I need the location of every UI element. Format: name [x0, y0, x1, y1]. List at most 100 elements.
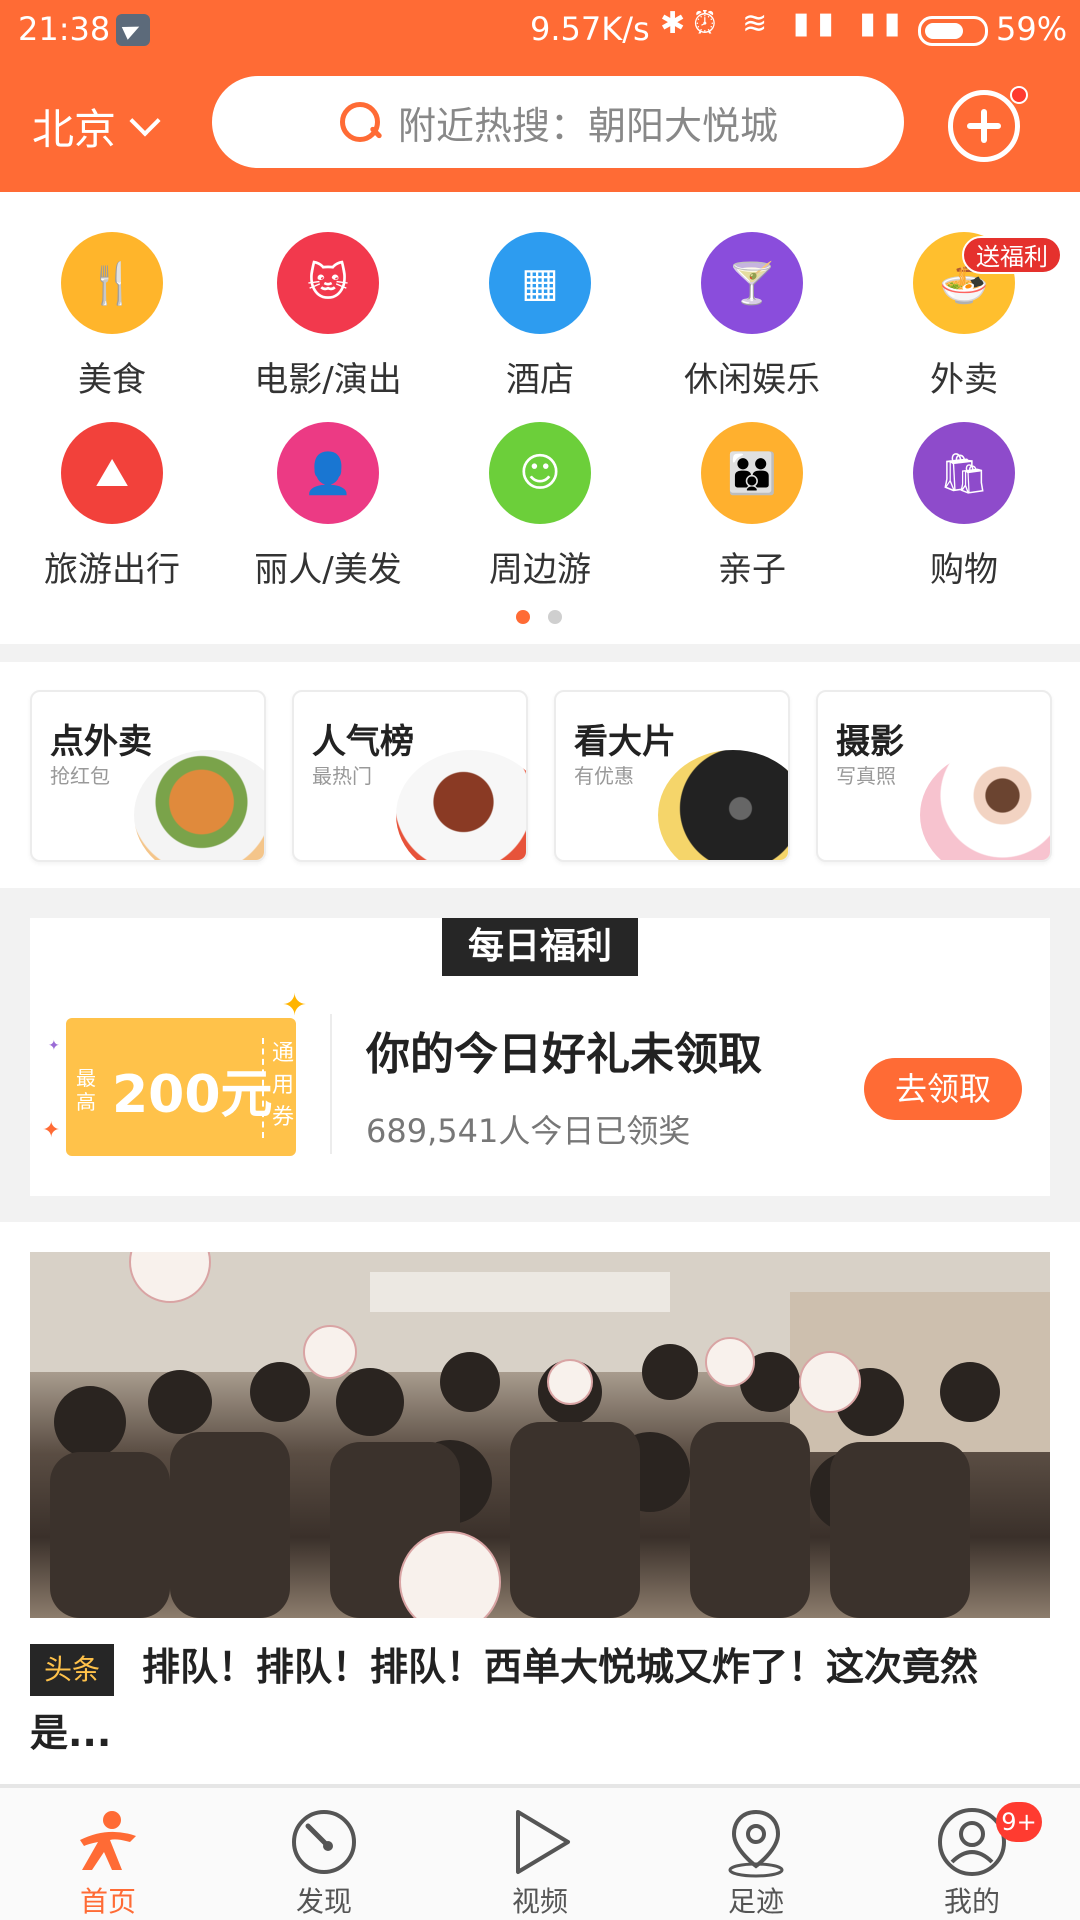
tab-label: 我的 [943, 1885, 1000, 1918]
mickey-icon: ☺ [489, 422, 591, 524]
divider [0, 644, 1080, 662]
status-bar: 21:38 9.57K/s ✱⏰︎ ≋ ▮▮ ▮▮ 59% [0, 0, 1080, 62]
beauty-icon: 👤 [277, 422, 379, 524]
app-header: 21:38 9.57K/s ✱⏰︎ ≋ ▮▮ ▮▮ 59% 北京 附近热搜：朝阳… [0, 0, 1080, 192]
network-speed: 9.57K/s [530, 10, 650, 48]
category-label: 亲子 [718, 550, 786, 590]
promo-card-subtitle: 最热门 [312, 764, 372, 788]
coupon-side-text: 通用券 [262, 1038, 294, 1138]
food-plate-image [134, 750, 264, 860]
category-label: 电影/演出 [254, 360, 402, 400]
category-label: 旅游出行 [44, 550, 180, 590]
sparkle-icon: ✦ [42, 1118, 61, 1143]
promo-card-title: 看大片 [574, 722, 676, 762]
promo-card-title: 人气榜 [312, 722, 414, 762]
welfare-subtitle: 689,541人今日已领奖 [366, 1112, 691, 1150]
steak-plate-image [396, 750, 526, 860]
sparkle-icon: ✦ [48, 1038, 60, 1054]
food-icon: 🍴 [61, 232, 163, 334]
tab-discover[interactable]: 发现 [216, 1788, 432, 1920]
welfare-title: 你的今日好礼未领取 [366, 1029, 762, 1080]
promo-card-photo[interactable]: 摄影 写真照 [816, 690, 1052, 862]
news-title: 排队！排队！排队！西单大悦城又炸了！这次竟然是... [30, 1645, 979, 1755]
shopping-bag-icon: 🛍 [913, 422, 1015, 524]
video-play-icon [516, 1810, 570, 1874]
crowd-photo-illustration [30, 1252, 1050, 1618]
promo-cards: 点外卖 抢红包 人气榜 最热门 看大片 有优惠 摄影 写真照 [0, 662, 1080, 888]
city-selector[interactable]: 北京 [32, 96, 161, 157]
category-grid: 🍴 美食 🐱 电影/演出 ▦ 酒店 🍸 休闲娱乐 🍜 外卖 ⛰ 旅游出行 👤 丽人/美发 ☺ 周边游 👪 亲子 🛍 购… [0, 192, 1080, 644]
battery-percent: 59% [996, 10, 1068, 48]
daily-welfare-card[interactable]: 每日福利 ✦ ✦ ✦ 最高 200元 通用券 你的今日好礼未领取 689,541… [30, 918, 1050, 1196]
parent-child-icon: 👪 [701, 422, 803, 524]
promo-card-takeout[interactable]: 点外卖 抢红包 [30, 690, 266, 862]
home-person-icon [80, 1811, 136, 1870]
tab-label: 视频 [511, 1885, 568, 1918]
travel-icon: ⛰ [61, 422, 163, 524]
headline-news[interactable]: 头条 排队！排队！排队！西单大悦城又炸了！这次竟然是... [0, 1222, 1080, 1784]
battery-icon [918, 16, 988, 46]
status-icons: ✱⏰︎ ≋ ▮▮ ▮▮ [660, 6, 909, 41]
tab-footprint[interactable]: 足迹 [648, 1788, 864, 1920]
tab-label: 发现 [295, 1885, 352, 1918]
notification-badge: 9+ [996, 1802, 1042, 1842]
discover-gauge-icon [292, 1810, 356, 1874]
category-item[interactable]: 👪 亲子 [646, 422, 858, 591]
promo-card-subtitle: 抢红包 [50, 764, 110, 788]
search-bar[interactable]: 附近热搜：朝阳大悦城 [212, 76, 904, 168]
daily-welfare-tag: 每日福利 [442, 918, 638, 976]
promo-card-title: 摄影 [836, 722, 904, 762]
add-plus-icon[interactable] [948, 90, 1020, 162]
category-label: 酒店 [506, 360, 574, 400]
page-dot [548, 610, 562, 624]
search-icon [338, 100, 382, 144]
movie-cat-icon: 🐱 [277, 232, 379, 334]
telegram-icon [116, 14, 150, 46]
bride-photo-image [920, 750, 1050, 860]
coupon-image: 最高 200元 通用券 [66, 1018, 296, 1156]
film-reel-image [658, 750, 788, 860]
bottom-tab-bar: 首页 发现 视频 足迹 9+ 我的 [0, 1786, 1080, 1920]
status-time: 21:38 [18, 10, 111, 48]
notification-dot [1010, 86, 1028, 104]
promo-card-popular[interactable]: 人气榜 最热门 [292, 690, 528, 862]
category-item[interactable]: ⛰ 旅游出行 [6, 422, 218, 591]
promo-card-subtitle: 有优惠 [574, 764, 634, 788]
category-label: 周边游 [489, 550, 591, 590]
claim-button[interactable]: 去领取 [864, 1058, 1022, 1120]
tab-label: 首页 [79, 1885, 136, 1918]
coupon-prefix: 最高 [76, 1066, 96, 1114]
cocktail-icon: 🍸 [701, 232, 803, 334]
category-item[interactable]: ☺ 周边游 [434, 422, 646, 591]
coupon-amount: 200元 [112, 1065, 273, 1125]
category-label: 休闲娱乐 [684, 360, 820, 400]
promo-card-title: 点外卖 [50, 722, 152, 762]
location-pin-icon [728, 1809, 784, 1878]
category-item[interactable]: 🍸 休闲娱乐 [646, 232, 858, 401]
category-label: 美食 [78, 360, 146, 400]
category-item[interactable]: 🛍 购物 [858, 422, 1070, 591]
search-placeholder: 附近热搜：朝阳大悦城 [397, 103, 778, 148]
city-label: 北京 [32, 105, 117, 154]
category-label: 购物 [930, 550, 998, 590]
chevron-down-icon [129, 104, 161, 137]
takeout-badge: 送福利 [962, 236, 1062, 274]
daily-welfare-section: 每日福利 ✦ ✦ ✦ 最高 200元 通用券 你的今日好礼未领取 689,541… [0, 888, 1080, 1222]
tab-label: 足迹 [727, 1885, 784, 1918]
category-label: 丽人/美发 [254, 550, 402, 590]
category-label: 外卖 [930, 360, 998, 400]
tab-home[interactable]: 首页 [0, 1788, 216, 1920]
category-item[interactable]: ▦ 酒店 [434, 232, 646, 401]
hotel-icon: ▦ [489, 232, 591, 334]
category-item[interactable]: 🍴 美食 [6, 232, 218, 401]
category-item[interactable]: 👤 丽人/美发 [222, 422, 434, 591]
news-photo [30, 1252, 1050, 1618]
tab-video[interactable]: 视频 [432, 1788, 648, 1920]
promo-card-subtitle: 写真照 [836, 764, 896, 788]
divider [330, 1014, 332, 1154]
page-dot-active [516, 610, 530, 624]
category-item[interactable]: 🐱 电影/演出 [222, 232, 434, 401]
page-indicator [516, 610, 562, 624]
tab-mine[interactable]: 9+ 我的 [864, 1788, 1080, 1920]
promo-card-movies[interactable]: 看大片 有优惠 [554, 690, 790, 862]
